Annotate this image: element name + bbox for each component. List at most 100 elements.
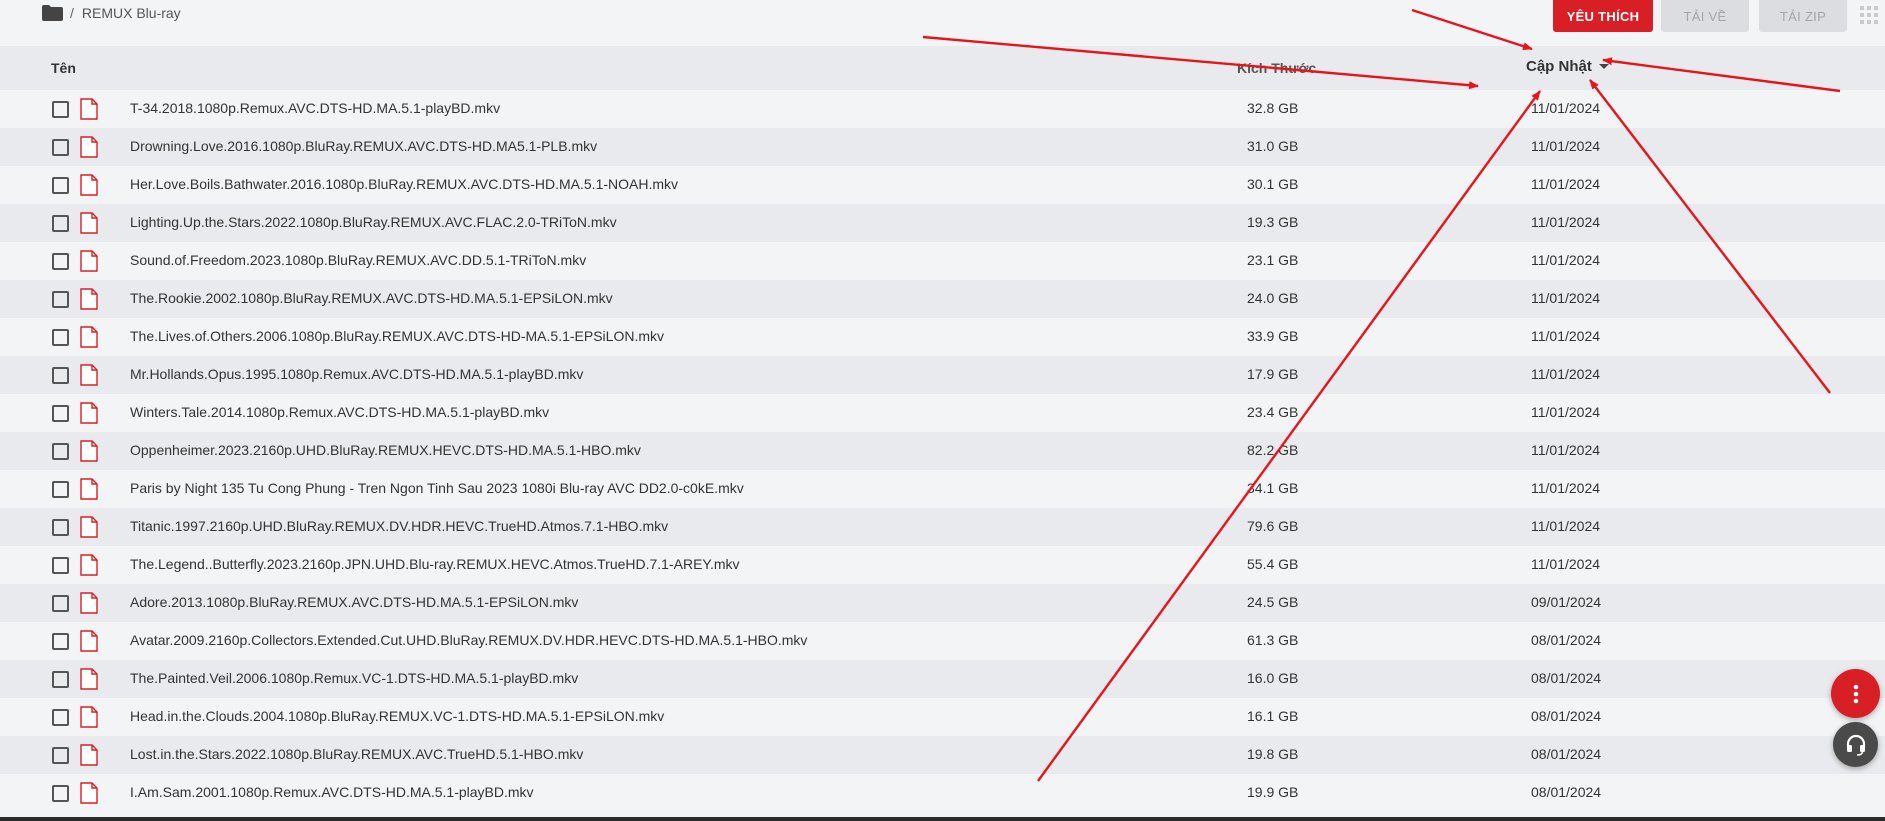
row-checkbox[interactable]	[52, 557, 69, 574]
top-bar: / REMUX Blu-ray YÊU THÍCH TẢI VỀ TẢI ZIP	[0, 0, 1885, 46]
file-size: 16.1 GB	[1247, 708, 1299, 724]
file-updated-date: 11/01/2024	[1531, 138, 1601, 154]
table-row[interactable]: Drowning.Love.2016.1080p.BluRay.REMUX.AV…	[0, 128, 1885, 166]
row-checkbox[interactable]	[52, 671, 69, 688]
folder-icon[interactable]	[42, 5, 63, 21]
file-name[interactable]: Mr.Hollands.Opus.1995.1080p.Remux.AVC.DT…	[130, 366, 583, 382]
file-size: 61.3 GB	[1247, 632, 1299, 648]
row-checkbox[interactable]	[52, 329, 69, 346]
row-checkbox[interactable]	[52, 443, 69, 460]
file-size: 31.0 GB	[1247, 138, 1299, 154]
table-row[interactable]: Sound.of.Freedom.2023.1080p.BluRay.REMUX…	[0, 242, 1885, 280]
table-row[interactable]: The.Painted.Veil.2006.1080p.Remux.VC-1.D…	[0, 660, 1885, 698]
breadcrumb-separator: /	[70, 5, 74, 21]
file-name[interactable]: Titanic.1997.2160p.UHD.BluRay.REMUX.DV.H…	[130, 518, 668, 534]
file-name[interactable]: The.Lives.of.Others.2006.1080p.BluRay.RE…	[130, 328, 664, 344]
row-checkbox[interactable]	[52, 139, 69, 156]
file-updated-date: 11/01/2024	[1531, 176, 1601, 192]
table-row[interactable]: I.Am.Sam.2001.1080p.Remux.AVC.DTS-HD.MA.…	[0, 774, 1885, 812]
row-checkbox[interactable]	[52, 481, 69, 498]
table-row[interactable]: Paris by Night 135 Tu Cong Phung - Tren …	[0, 470, 1885, 508]
favorite-button[interactable]: YÊU THÍCH	[1553, 0, 1653, 32]
file-name[interactable]: The.Painted.Veil.2006.1080p.Remux.VC-1.D…	[130, 670, 578, 686]
table-row[interactable]: Head.in.the.Clouds.2004.1080p.BluRay.REM…	[0, 698, 1885, 736]
file-updated-date: 11/01/2024	[1531, 518, 1601, 534]
file-name[interactable]: Avatar.2009.2160p.Collectors.Extended.Cu…	[130, 632, 807, 648]
table-row[interactable]: Avatar.2009.2160p.Collectors.Extended.Cu…	[0, 622, 1885, 660]
file-updated-date: 11/01/2024	[1531, 328, 1601, 344]
more-options-button[interactable]	[1831, 669, 1880, 718]
file-name[interactable]: Sound.of.Freedom.2023.1080p.BluRay.REMUX…	[130, 252, 586, 268]
file-size: 32.8 GB	[1247, 100, 1299, 116]
file-icon	[80, 250, 98, 272]
file-icon	[80, 364, 98, 386]
row-checkbox[interactable]	[52, 747, 69, 764]
file-size: 33.9 GB	[1247, 328, 1299, 344]
file-updated-date: 08/01/2024	[1531, 708, 1602, 724]
download-button[interactable]: TẢI VỀ	[1661, 0, 1749, 32]
file-name[interactable]: Winters.Tale.2014.1080p.Remux.AVC.DTS-HD…	[130, 404, 549, 420]
file-name[interactable]: Lost.in.the.Stars.2022.1080p.BluRay.REMU…	[130, 746, 583, 762]
file-size: 23.4 GB	[1247, 404, 1299, 420]
file-icon	[80, 136, 98, 158]
breadcrumb-current-folder[interactable]: REMUX Blu-ray	[82, 5, 181, 21]
file-size: 24.0 GB	[1247, 290, 1299, 306]
file-name[interactable]: Drowning.Love.2016.1080p.BluRay.REMUX.AV…	[130, 138, 597, 154]
row-checkbox[interactable]	[52, 253, 69, 270]
column-header-updated-label: Cập Nhật	[1526, 58, 1592, 75]
row-checkbox[interactable]	[52, 177, 69, 194]
table-row[interactable]: The.Lives.of.Others.2006.1080p.BluRay.RE…	[0, 318, 1885, 356]
row-checkbox[interactable]	[52, 519, 69, 536]
column-header-name[interactable]: Tên	[51, 60, 76, 76]
row-checkbox[interactable]	[52, 291, 69, 308]
row-checkbox[interactable]	[52, 595, 69, 612]
row-checkbox[interactable]	[52, 709, 69, 726]
table-row[interactable]: T-34.2018.1080p.Remux.AVC.DTS-HD.MA.5.1-…	[0, 90, 1885, 128]
file-name[interactable]: Head.in.the.Clouds.2004.1080p.BluRay.REM…	[130, 708, 664, 724]
column-header-updated[interactable]: Cập Nhật	[1526, 58, 1609, 75]
file-name[interactable]: I.Am.Sam.2001.1080p.Remux.AVC.DTS-HD.MA.…	[130, 784, 534, 800]
file-updated-date: 11/01/2024	[1531, 290, 1601, 306]
table-row[interactable]: Winters.Tale.2014.1080p.Remux.AVC.DTS-HD…	[0, 394, 1885, 432]
table-header: Tên Kích Thước Cập Nhật	[0, 46, 1885, 90]
file-icon	[80, 630, 98, 652]
table-row[interactable]: The.Legend..Butterfly.2023.2160p.JPN.UHD…	[0, 546, 1885, 584]
row-checkbox[interactable]	[52, 101, 69, 118]
table-row[interactable]: Her.Love.Boils.Bathwater.2016.1080p.BluR…	[0, 166, 1885, 204]
column-header-size[interactable]: Kích Thước	[1237, 60, 1316, 76]
download-zip-button[interactable]: TẢI ZIP	[1759, 0, 1847, 32]
table-row[interactable]: Lost.in.the.Stars.2022.1080p.BluRay.REMU…	[0, 736, 1885, 774]
file-icon	[80, 326, 98, 348]
file-name[interactable]: Paris by Night 135 Tu Cong Phung - Tren …	[130, 480, 744, 496]
file-icon	[80, 706, 98, 728]
file-icon	[80, 782, 98, 804]
breadcrumb: / REMUX Blu-ray	[42, 5, 181, 21]
file-name[interactable]: Her.Love.Boils.Bathwater.2016.1080p.BluR…	[130, 176, 678, 192]
file-name[interactable]: The.Rookie.2002.1080p.BluRay.REMUX.AVC.D…	[130, 290, 613, 306]
table-row[interactable]: Mr.Hollands.Opus.1995.1080p.Remux.AVC.DT…	[0, 356, 1885, 394]
file-name[interactable]: Lighting.Up.the.Stars.2022.1080p.BluRay.…	[130, 214, 617, 230]
row-checkbox[interactable]	[52, 405, 69, 422]
row-checkbox[interactable]	[52, 785, 69, 802]
file-updated-date: 08/01/2024	[1531, 784, 1602, 800]
grid-icon[interactable]	[1860, 6, 1878, 24]
table-row[interactable]: Adore.2013.1080p.BluRay.REMUX.AVC.DTS-HD…	[0, 584, 1885, 622]
file-size: 16.0 GB	[1247, 670, 1299, 686]
table-row[interactable]: Lighting.Up.the.Stars.2022.1080p.BluRay.…	[0, 204, 1885, 242]
table-row[interactable]: Titanic.1997.2160p.UHD.BluRay.REMUX.DV.H…	[0, 508, 1885, 546]
table-row[interactable]: Oppenheimer.2023.2160p.UHD.BluRay.REMUX.…	[0, 432, 1885, 470]
file-name[interactable]: T-34.2018.1080p.Remux.AVC.DTS-HD.MA.5.1-…	[130, 100, 500, 116]
file-updated-date: 11/01/2024	[1531, 366, 1601, 382]
row-checkbox[interactable]	[52, 367, 69, 384]
row-checkbox[interactable]	[52, 215, 69, 232]
file-size: 79.6 GB	[1247, 518, 1299, 534]
file-name[interactable]: Oppenheimer.2023.2160p.UHD.BluRay.REMUX.…	[130, 442, 641, 458]
row-checkbox[interactable]	[52, 633, 69, 650]
file-name[interactable]: The.Legend..Butterfly.2023.2160p.JPN.UHD…	[130, 556, 740, 572]
file-updated-date: 11/01/2024	[1531, 214, 1601, 230]
support-button[interactable]	[1833, 722, 1878, 767]
file-name[interactable]: Adore.2013.1080p.BluRay.REMUX.AVC.DTS-HD…	[130, 594, 578, 610]
file-updated-date: 11/01/2024	[1531, 404, 1601, 420]
file-updated-date: 08/01/2024	[1531, 746, 1602, 762]
table-row[interactable]: The.Rookie.2002.1080p.BluRay.REMUX.AVC.D…	[0, 280, 1885, 318]
